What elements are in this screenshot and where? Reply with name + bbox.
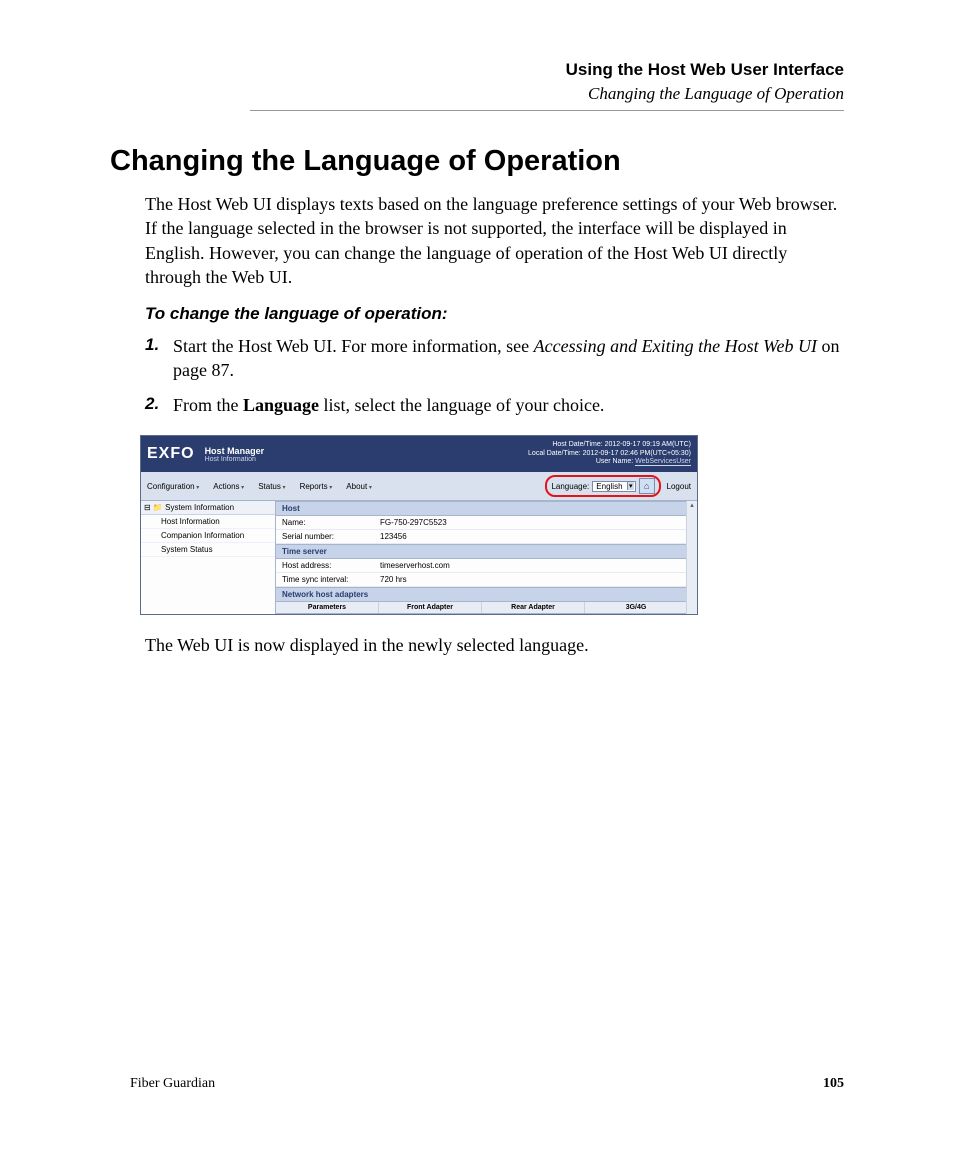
user-label: User Name:	[596, 458, 635, 465]
nav-tree: System Information Host Information Comp…	[141, 501, 276, 614]
intro-paragraph: The Host Web UI displays texts based on …	[145, 192, 844, 289]
col-front-adapter: Front Adapter	[379, 602, 482, 613]
scrollbar[interactable]	[686, 501, 697, 614]
footer-page-number: 105	[823, 1076, 844, 1092]
net-columns: Parameters Front Adapter Rear Adapter 3G…	[276, 602, 687, 614]
col-3g4g: 3G/4G	[585, 602, 687, 613]
row-sync: Time sync interval: 720 hrs	[276, 573, 687, 587]
content-panel: Host Name: FG-750-297C5523 Serial number…	[276, 501, 697, 614]
step-1-pre: Start the Host Web UI. For more informat…	[173, 336, 534, 356]
label-sync: Time sync interval:	[282, 575, 380, 584]
row-hostaddr: Host address: timeserverhost.com	[276, 559, 687, 573]
home-icon[interactable]: ⌂	[639, 478, 655, 494]
step-2-post: list, select the language of your choice…	[319, 395, 604, 415]
embedded-screenshot: EXFO Host Manager Host Information Host …	[140, 435, 698, 615]
label-name: Name:	[282, 518, 380, 527]
menu-reports[interactable]: Reports	[300, 482, 333, 491]
menu-about[interactable]: About	[346, 482, 372, 491]
menubar: Configuration Actions Status Reports Abo…	[141, 472, 697, 501]
tree-item-companion-info[interactable]: Companion Information	[141, 529, 275, 543]
section-subtitle: Changing the Language of Operation	[250, 84, 844, 104]
footer-product: Fiber Guardian	[130, 1076, 215, 1092]
app-subtitle: Host Information	[205, 456, 265, 463]
value-hostaddr: timeserverhost.com	[380, 561, 450, 570]
language-highlight: Language: English ⌂	[545, 475, 660, 497]
band-time: Time server	[276, 544, 687, 559]
step-2: 2. From the Language list, select the la…	[145, 393, 844, 417]
row-name: Name: FG-750-297C5523	[276, 516, 687, 530]
label-serial: Serial number:	[282, 532, 380, 541]
band-host: Host	[276, 501, 687, 516]
step-1-number: 1.	[145, 334, 173, 383]
value-serial: 123456	[380, 532, 407, 541]
app-title: Host Manager	[205, 446, 265, 456]
step-1-link: Accessing and Exiting the Host Web UI	[534, 336, 817, 356]
step-1-text: Start the Host Web UI. For more informat…	[173, 334, 844, 383]
running-header: Using the Host Web User Interface Changi…	[250, 60, 844, 111]
tree-root[interactable]: System Information	[141, 501, 275, 515]
menu-actions[interactable]: Actions	[213, 482, 244, 491]
band-net: Network host adapters	[276, 587, 687, 602]
chapter-title: Using the Host Web User Interface	[250, 60, 844, 80]
step-2-text: From the Language list, select the langu…	[173, 393, 604, 417]
col-rear-adapter: Rear Adapter	[482, 602, 585, 613]
app-header: EXFO Host Manager Host Information Host …	[141, 436, 697, 472]
step-2-number: 2.	[145, 393, 173, 417]
row-serial: Serial number: 123456	[276, 530, 687, 544]
label-hostaddr: Host address:	[282, 561, 380, 570]
tree-item-system-status[interactable]: System Status	[141, 543, 275, 557]
host-datetime: Host Date/Time: 2012-09-17 09:19 AM(UTC)	[528, 441, 691, 449]
step-2-bold: Language	[243, 395, 319, 415]
tree-item-host-info[interactable]: Host Information	[141, 515, 275, 529]
value-sync: 720 hrs	[380, 575, 407, 584]
col-parameters: Parameters	[276, 602, 379, 613]
user-name-link[interactable]: WebServicesUser	[635, 458, 691, 466]
logout-link[interactable]: Logout	[667, 482, 691, 491]
step-2-pre: From the	[173, 395, 243, 415]
local-datetime: Local Date/Time: 2012-09-17 02:46 PM(UTC…	[528, 450, 691, 458]
header-rule	[250, 110, 844, 111]
brand-logo: EXFO	[147, 445, 195, 463]
procedure-title: To change the language of operation:	[145, 303, 844, 326]
language-label: Language:	[551, 482, 589, 491]
closing-paragraph: The Web UI is now displayed in the newly…	[145, 633, 844, 657]
page-footer: Fiber Guardian 105	[130, 1076, 844, 1092]
value-name: FG-750-297C5523	[380, 518, 447, 527]
language-select[interactable]: English	[592, 481, 635, 492]
menu-configuration[interactable]: Configuration	[147, 482, 199, 491]
section-heading: Changing the Language of Operation	[110, 145, 844, 178]
menu-status[interactable]: Status	[258, 482, 285, 491]
step-1: 1. Start the Host Web UI. For more infor…	[145, 334, 844, 383]
